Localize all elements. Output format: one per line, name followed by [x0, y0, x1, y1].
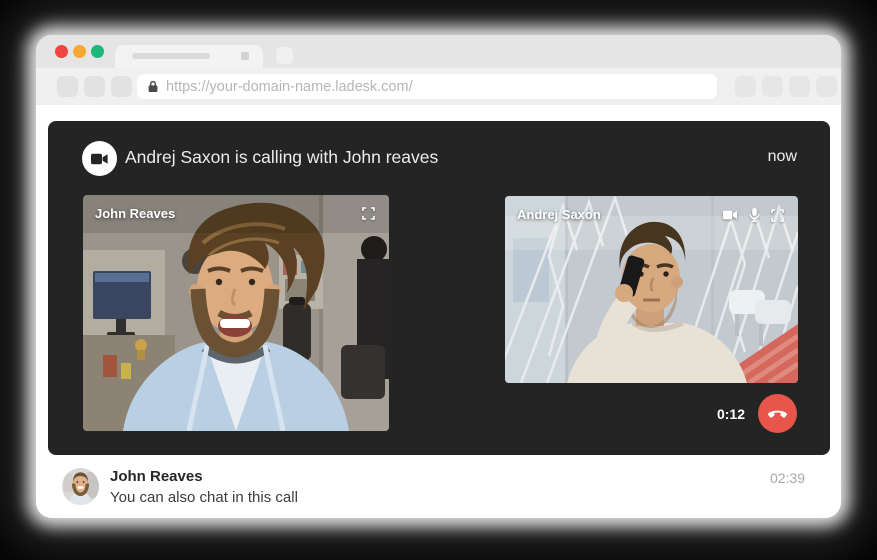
andrej-saxon-video-still — [505, 196, 798, 383]
camera-toggle-icon[interactable] — [723, 210, 738, 220]
forward-button[interactable] — [84, 76, 105, 97]
john-reaves-avatar-image — [62, 468, 99, 505]
tab-close-icon[interactable] — [241, 52, 249, 60]
video-label-andrej-saxon: Andrej Saxon — [517, 207, 601, 222]
reload-button[interactable] — [111, 76, 132, 97]
video-label-john-reaves: John Reaves — [95, 206, 175, 221]
chat-timestamp: 02:39 — [770, 470, 805, 486]
tab-title-placeholder — [132, 53, 210, 59]
video-feed-andrej-saxon: Andrej Saxon — [505, 196, 798, 383]
local-video-controls — [362, 207, 375, 220]
video-feed-john-reaves: John Reaves — [83, 195, 389, 431]
browser-tab[interactable] — [115, 45, 263, 68]
toolbar-button-4[interactable] — [816, 76, 837, 97]
browser-window: https://your-domain-name.ladesk.com/ And… — [36, 35, 841, 518]
chat-message-text: You can also chat in this call — [110, 489, 298, 506]
call-footer: 0:12 — [717, 394, 797, 433]
address-bar[interactable]: https://your-domain-name.ladesk.com/ — [137, 74, 717, 99]
microphone-toggle-icon[interactable] — [749, 208, 760, 222]
toolbar-button-2[interactable] — [762, 76, 783, 97]
window-maximize-button[interactable] — [91, 45, 104, 58]
john-reaves-video-still — [83, 195, 389, 431]
chat-message-row: John Reaves You can also chat in this ca… — [36, 455, 841, 518]
fullscreen-icon[interactable] — [362, 207, 375, 220]
url-text: https://your-domain-name.ladesk.com/ — [166, 79, 413, 95]
hangup-button[interactable] — [758, 394, 797, 433]
fullscreen-icon[interactable] — [771, 209, 784, 222]
call-title: Andrej Saxon is calling with John reaves — [125, 147, 438, 168]
call-header-badge — [82, 141, 117, 176]
window-minimize-button[interactable] — [73, 45, 86, 58]
new-tab-button[interactable] — [276, 47, 293, 64]
toolbar-button-1[interactable] — [735, 76, 756, 97]
lock-icon — [148, 80, 158, 93]
avatar — [62, 468, 99, 505]
window-close-button[interactable] — [55, 45, 68, 58]
browser-toolbar: https://your-domain-name.ladesk.com/ — [36, 68, 841, 105]
page-background: https://your-domain-name.ladesk.com/ And… — [0, 0, 877, 560]
video-camera-icon — [91, 153, 109, 165]
video-call-panel: Andrej Saxon is calling with John reaves… — [48, 121, 830, 455]
chat-author: John Reaves — [110, 468, 203, 485]
remote-video-controls — [723, 208, 784, 222]
call-time-label: now — [768, 148, 797, 166]
call-timer: 0:12 — [717, 406, 745, 422]
back-button[interactable] — [57, 76, 78, 97]
toolbar-button-3[interactable] — [789, 76, 810, 97]
hangup-phone-icon — [767, 409, 788, 418]
browser-titlebar — [36, 35, 841, 68]
